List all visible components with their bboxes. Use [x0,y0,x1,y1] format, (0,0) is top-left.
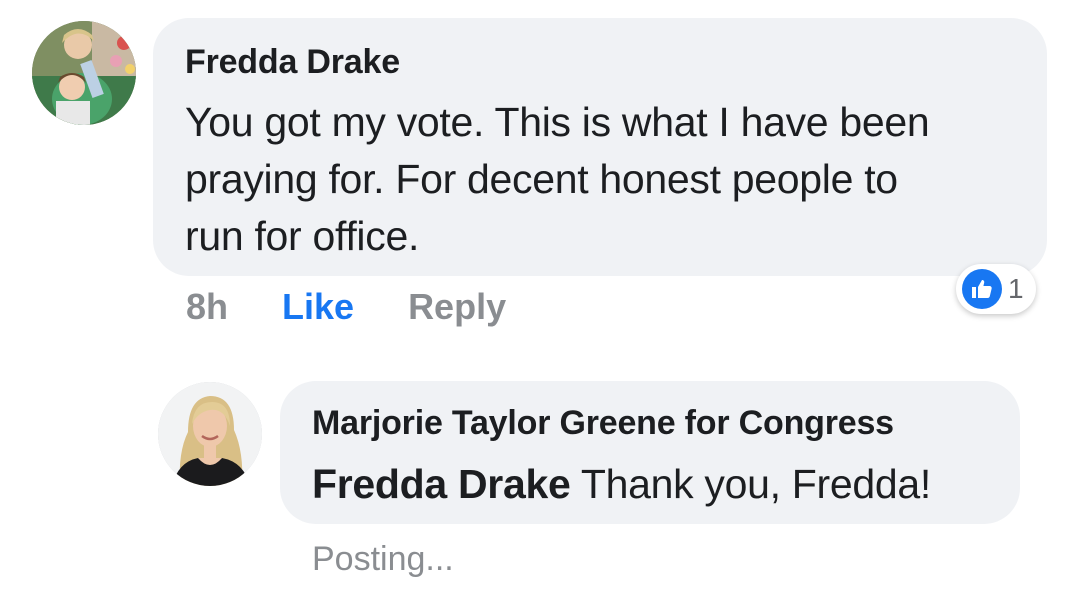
reply-message: Thank you, Fredda! [580,461,931,507]
comment-author-name[interactable]: Fredda Drake [185,42,1015,82]
comment-text: You got my vote. This is what I have bee… [185,99,930,259]
comment-bubble: Fredda Drake You got my vote. This is wh… [153,18,1047,276]
like-button[interactable]: Like [282,286,354,328]
page-avatar[interactable] [158,382,262,486]
comment-actions: 8h Like Reply [186,284,506,330]
comment-timestamp[interactable]: 8h [186,286,228,328]
thumbs-up-icon [962,269,1002,309]
reply-author-name[interactable]: Marjorie Taylor Greene for Congress [312,403,988,443]
reply-bubble: Marjorie Taylor Greene for Congress Fred… [280,381,1020,524]
posting-status: Posting... [312,540,454,578]
mention-link[interactable]: Fredda Drake [312,461,571,507]
reaction-count: 1 [1008,273,1024,304]
reply-button[interactable]: Reply [408,286,506,328]
commenter-avatar[interactable] [32,21,136,125]
reaction-badge[interactable]: 1 [956,264,1036,314]
page-photo [158,382,262,486]
comment-thread: Fredda Drake You got my vote. This is wh… [0,0,1080,602]
reply-text: Fredda Drake Thank you, Fredda! [312,457,988,511]
commenter-photo [32,21,136,125]
